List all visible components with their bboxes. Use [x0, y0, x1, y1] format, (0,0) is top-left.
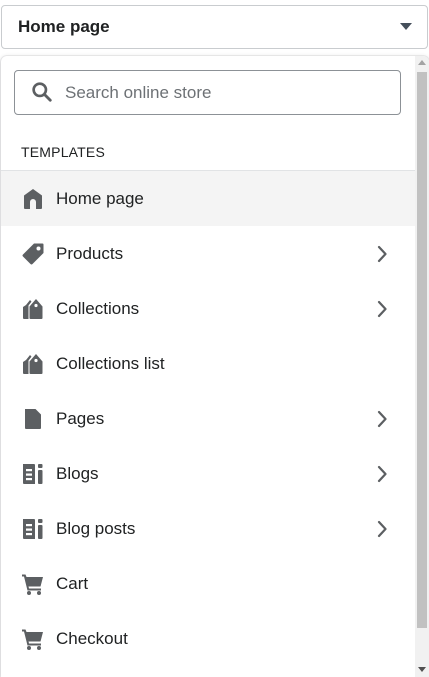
- template-item-pages[interactable]: Pages: [1, 391, 415, 446]
- collections-icon: [23, 299, 43, 319]
- scroll-up-arrow-icon[interactable]: [418, 60, 426, 65]
- template-item-label: Pages: [56, 409, 105, 428]
- template-item-collections-list[interactable]: Collections list: [1, 336, 415, 391]
- tag-icon: [22, 243, 44, 265]
- templates-list: Home page Products Collections Collectio…: [1, 171, 415, 666]
- chevron-right-icon: [377, 465, 387, 483]
- cart-icon: [22, 574, 43, 595]
- template-item-home-page[interactable]: Home page: [1, 171, 415, 226]
- selector-label: Home page: [18, 17, 110, 36]
- template-item-label: Blog posts: [56, 519, 136, 538]
- caret-down-icon: [400, 23, 412, 30]
- template-item-cart[interactable]: Cart: [1, 556, 415, 611]
- collections-icon: [23, 354, 43, 374]
- chevron-right-icon: [377, 520, 387, 538]
- blog-icon: [23, 464, 43, 484]
- template-item-blog-posts[interactable]: Blog posts: [1, 501, 415, 556]
- template-item-label: Collections: [56, 299, 140, 318]
- scroll-down-arrow-icon[interactable]: [418, 667, 426, 672]
- cart-icon: [22, 629, 43, 650]
- chevron-right-icon: [377, 410, 387, 428]
- templates-section-title: TEMPLATES: [21, 144, 106, 160]
- template-selector[interactable]: Home page: [1, 5, 428, 49]
- page-icon: [25, 409, 41, 429]
- template-item-label: Checkout: [56, 629, 128, 648]
- scrollbar-thumb[interactable]: [417, 72, 427, 628]
- template-dropdown-panel: TEMPLATES Home page Products: [1, 56, 429, 677]
- template-item-label: Home page: [56, 189, 144, 208]
- template-item-label: Blogs: [56, 464, 99, 483]
- template-item-label: Products: [56, 244, 124, 263]
- home-icon: [24, 189, 42, 209]
- template-item-blogs[interactable]: Blogs: [1, 446, 415, 501]
- template-item-label: Cart: [56, 574, 89, 593]
- template-item-products[interactable]: Products: [1, 226, 415, 281]
- template-item-collections[interactable]: Collections: [1, 281, 415, 336]
- search-field[interactable]: [14, 70, 401, 115]
- chevron-right-icon: [377, 300, 387, 318]
- chevron-right-icon: [377, 245, 387, 263]
- template-item-label: Collections list: [56, 354, 165, 373]
- blog-icon: [23, 519, 43, 539]
- search-input[interactable]: [65, 71, 395, 114]
- search-icon: [32, 82, 52, 102]
- template-item-checkout[interactable]: Checkout: [1, 611, 415, 666]
- scrollbar[interactable]: [415, 56, 429, 677]
